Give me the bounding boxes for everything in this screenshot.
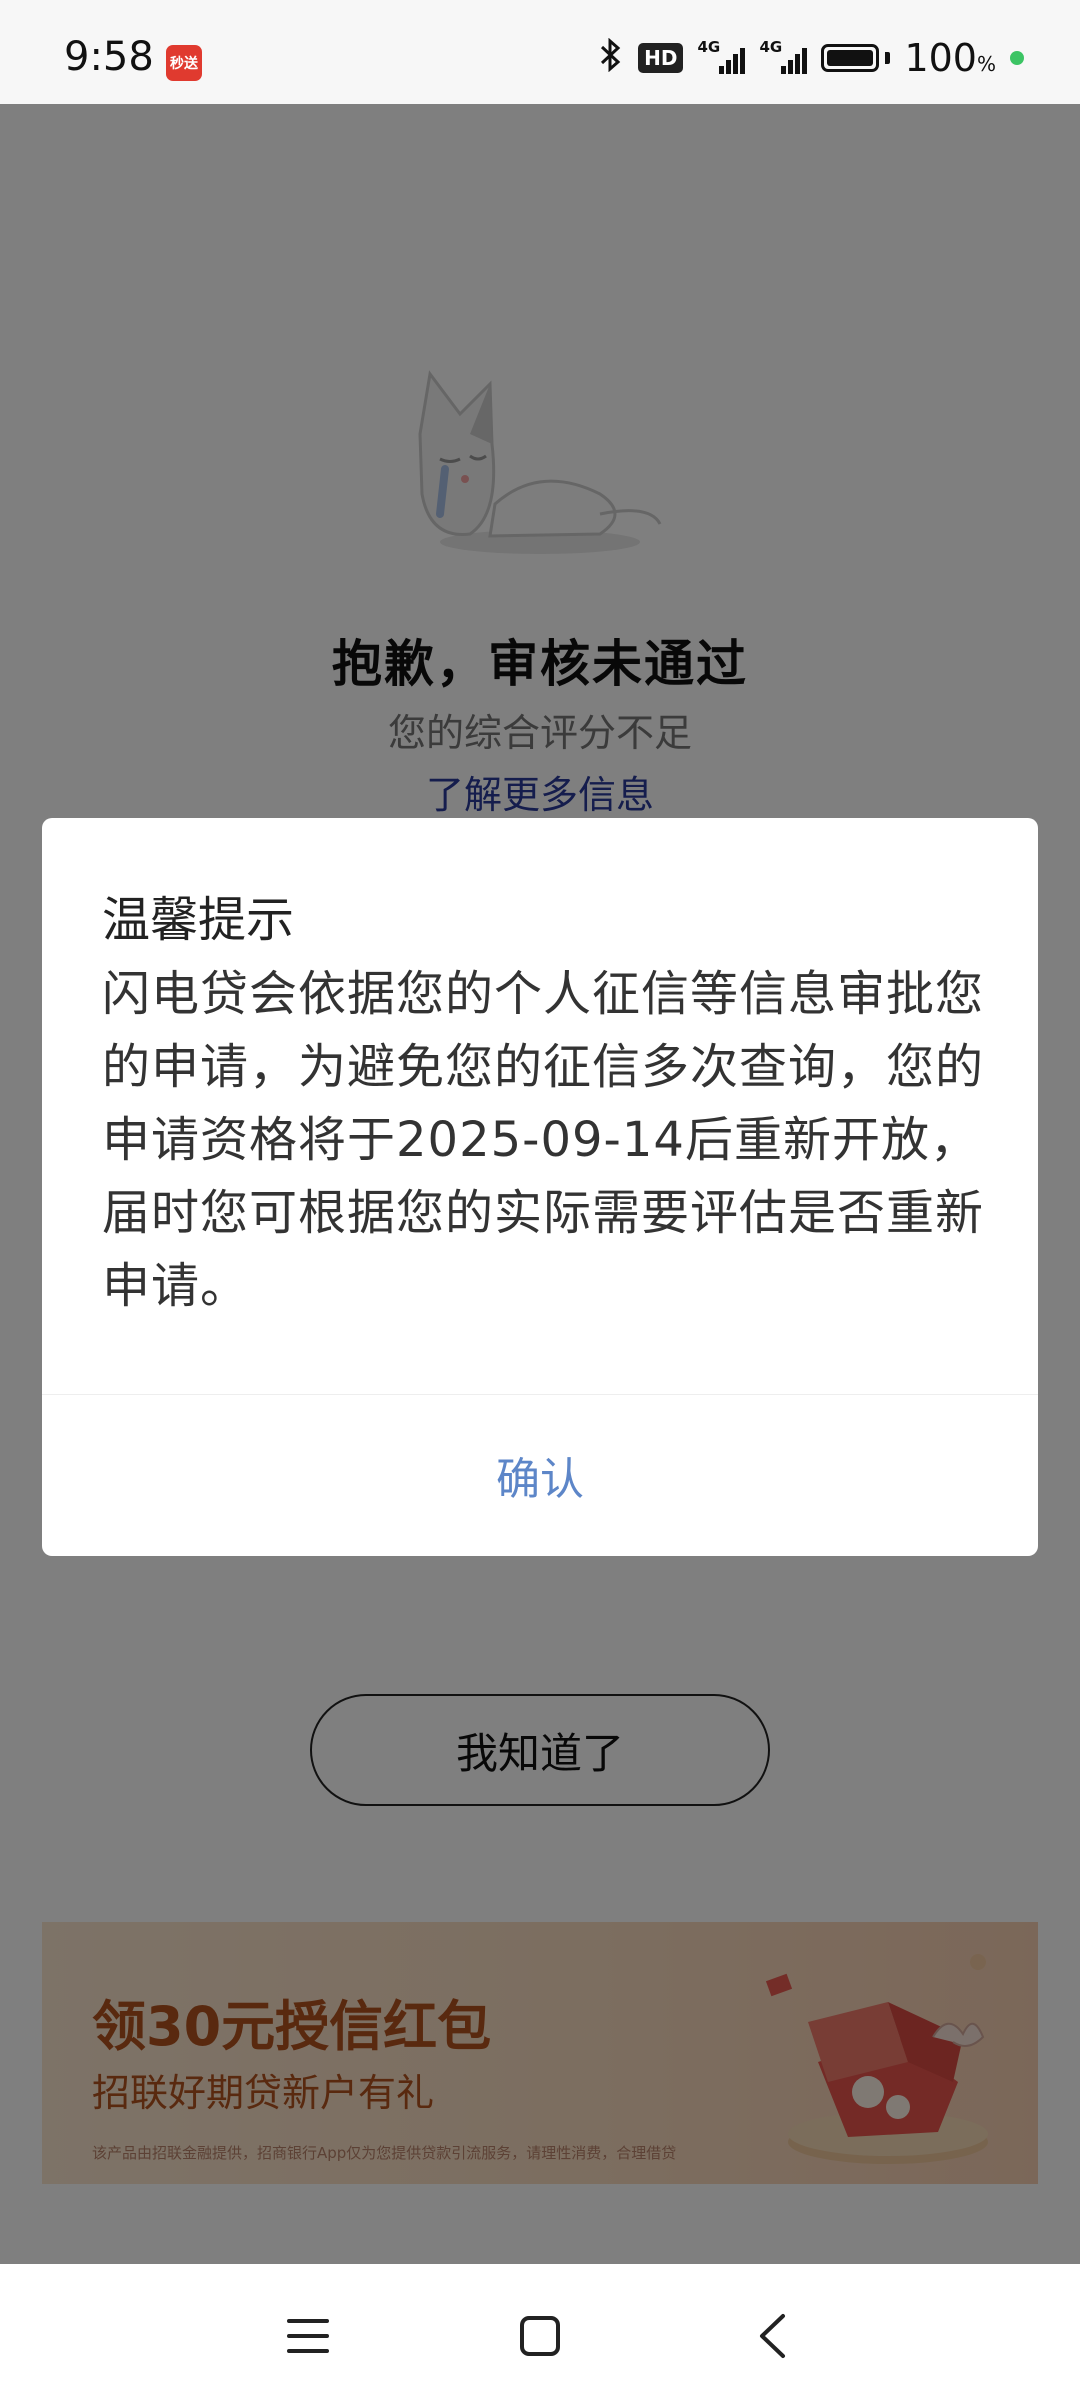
app-notification-icon: 秒送 [166,45,202,81]
back-icon[interactable] [742,2306,802,2366]
signal-4g-icon-2: 4G [759,38,808,74]
bluetooth-icon [598,37,624,78]
battery-icon [821,44,891,72]
battery-percent: 100% [904,36,996,80]
reminder-dialog: 温馨提示 闪电贷会依据您的个人征信等信息审批您的申请，为避免您的征信多次查询，您… [42,818,1038,1556]
dialog-body: 闪电贷会依据您的个人征信等信息审批您的申请，为避免您的征信多次查询，您的申请资格… [102,966,985,1314]
confirm-button[interactable]: 确认 [42,1395,1038,1555]
home-icon[interactable] [510,2306,570,2366]
navigation-bar [0,2264,1080,2400]
menu-icon[interactable] [278,2306,338,2366]
charging-dot-icon [1010,51,1024,65]
status-icons: HD 4G 4G 100% [598,36,1024,80]
hd-voice-icon: HD [638,43,684,73]
status-time: 9:58 [64,34,154,80]
status-bar: 9:58 秒送 HD 4G 4G 100% [0,0,1080,104]
dialog-title: 温馨提示 [102,892,295,948]
signal-4g-icon: 4G [697,38,746,74]
